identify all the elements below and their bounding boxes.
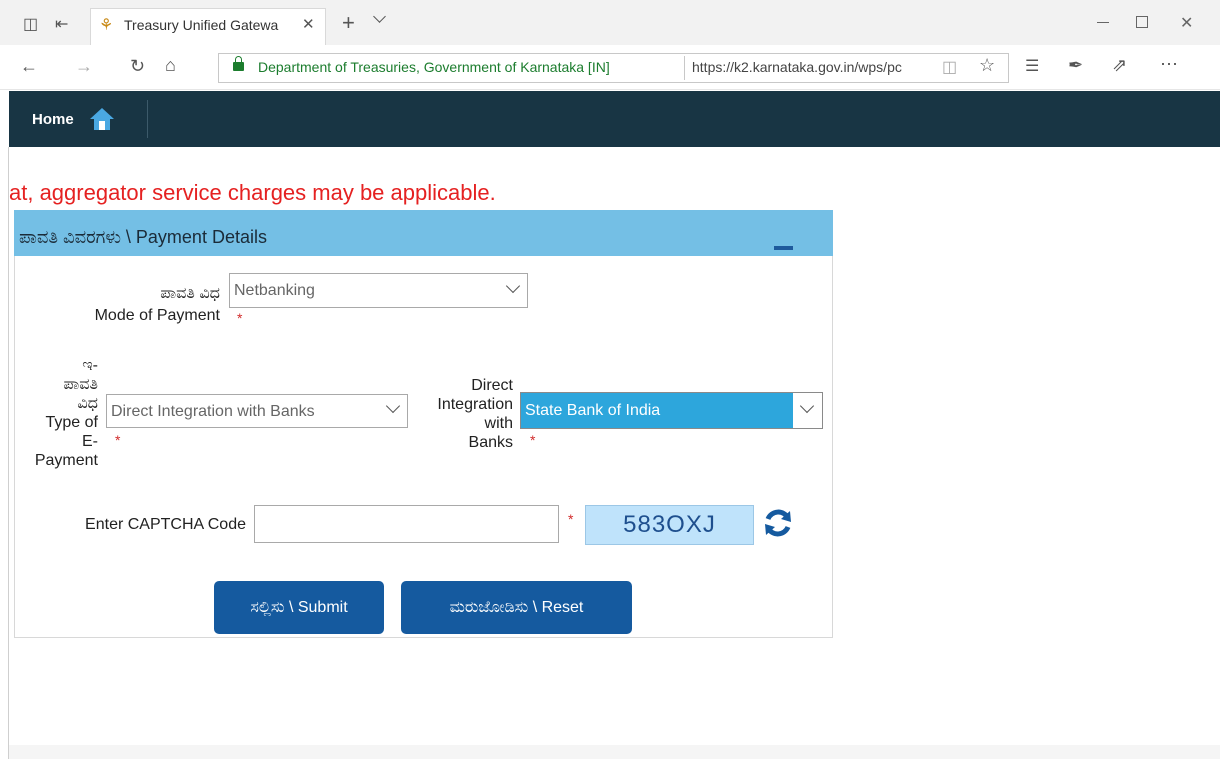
lock-icon bbox=[233, 62, 244, 71]
home-browser-icon[interactable]: ⌂ bbox=[165, 55, 176, 76]
service-charge-notice: at, aggregator service charges may be ap… bbox=[9, 180, 496, 205]
label-line: Integration bbox=[437, 396, 513, 413]
label-line: Direct bbox=[471, 377, 513, 394]
label-line: ವಿಧ bbox=[77, 395, 98, 412]
address-divider bbox=[684, 56, 685, 80]
label-line: ಇ- bbox=[82, 357, 98, 374]
lock-shackle-icon bbox=[235, 56, 242, 63]
label-line: Banks bbox=[468, 434, 513, 451]
refresh-icon[interactable]: ↻ bbox=[130, 56, 145, 77]
refresh-captcha-icon[interactable] bbox=[762, 507, 794, 539]
minimize-window-icon[interactable] bbox=[1097, 22, 1109, 23]
submit-button[interactable]: ಸಲ್ಲಿಸು \ Submit bbox=[214, 581, 384, 634]
forward-arrow-icon[interactable]: → bbox=[75, 56, 93, 77]
panel-minimize-icon[interactable] bbox=[774, 246, 793, 250]
type-of-epayment-select[interactable]: Direct Integration with Banks bbox=[106, 394, 408, 428]
close-window-icon[interactable]: ✕ bbox=[1180, 13, 1193, 33]
share-icon[interactable]: ⇗ bbox=[1112, 55, 1127, 76]
karnataka-emblem-icon: ⚘ bbox=[99, 17, 114, 34]
home-link[interactable]: Home bbox=[32, 111, 74, 128]
required-mark: * bbox=[530, 432, 536, 448]
page-left-border bbox=[8, 147, 9, 759]
label-line: ಪಾವತಿ bbox=[63, 376, 98, 393]
label-line: Payment bbox=[34, 452, 98, 469]
label-line: E- bbox=[82, 433, 98, 450]
bank-label: Direct Integration with Banks bbox=[410, 376, 513, 452]
bank-select[interactable]: State Bank of India bbox=[520, 392, 823, 429]
tabs-aside-icon[interactable]: ⇤ bbox=[55, 14, 68, 34]
maximize-window-icon[interactable] bbox=[1136, 16, 1148, 28]
captcha-input[interactable] bbox=[254, 505, 559, 543]
close-tab-icon[interactable]: ✕ bbox=[302, 15, 315, 33]
captcha-image: 583OXJ bbox=[585, 505, 754, 545]
mode-of-payment-select[interactable]: Netbanking bbox=[229, 273, 528, 308]
favorite-star-icon[interactable]: ☆ bbox=[979, 55, 995, 76]
reading-view-icon[interactable]: ◫ bbox=[942, 57, 957, 77]
reset-button[interactable]: ಮರುಜೋಡಿಸು \ Reset bbox=[401, 581, 632, 634]
required-mark: * bbox=[568, 511, 574, 527]
panel-title: ಪಾವತಿ ವಿವರಗಳು \ Payment Details bbox=[19, 227, 267, 247]
new-tab-button[interactable]: + bbox=[342, 10, 355, 36]
header-divider bbox=[147, 100, 148, 138]
home-icon[interactable] bbox=[88, 106, 116, 132]
required-mark: * bbox=[115, 432, 121, 448]
page-header bbox=[9, 91, 1220, 147]
mode-of-payment-label: Mode of Payment bbox=[94, 307, 220, 324]
page-bottom-strip bbox=[9, 745, 1220, 759]
back-arrow-icon[interactable]: ← bbox=[20, 56, 38, 77]
site-identity[interactable]: Department of Treasuries, Government of … bbox=[258, 59, 610, 75]
label-line: Type of bbox=[45, 414, 98, 431]
required-mark: * bbox=[237, 310, 243, 326]
type-of-epayment-label: ಇ- ಪಾವತಿ ವಿಧ Type of E- Payment bbox=[14, 356, 98, 470]
tab-actions-icon[interactable]: ◫ bbox=[23, 14, 38, 34]
captcha-label: Enter CAPTCHA Code bbox=[85, 516, 246, 533]
favorites-hub-icon[interactable]: ☰ bbox=[1025, 56, 1039, 76]
url-text[interactable]: https://k2.karnataka.gov.in/wps/pc bbox=[692, 59, 932, 75]
mode-of-payment-label-kn: ಪಾವತಿ ವಿಧ bbox=[160, 285, 220, 302]
more-menu-icon[interactable]: ⋯ bbox=[1160, 54, 1178, 75]
tab-title: Treasury Unified Gatewa bbox=[124, 17, 279, 33]
web-note-pen-icon[interactable]: ✒ bbox=[1068, 55, 1083, 76]
label-line: with bbox=[484, 415, 513, 432]
